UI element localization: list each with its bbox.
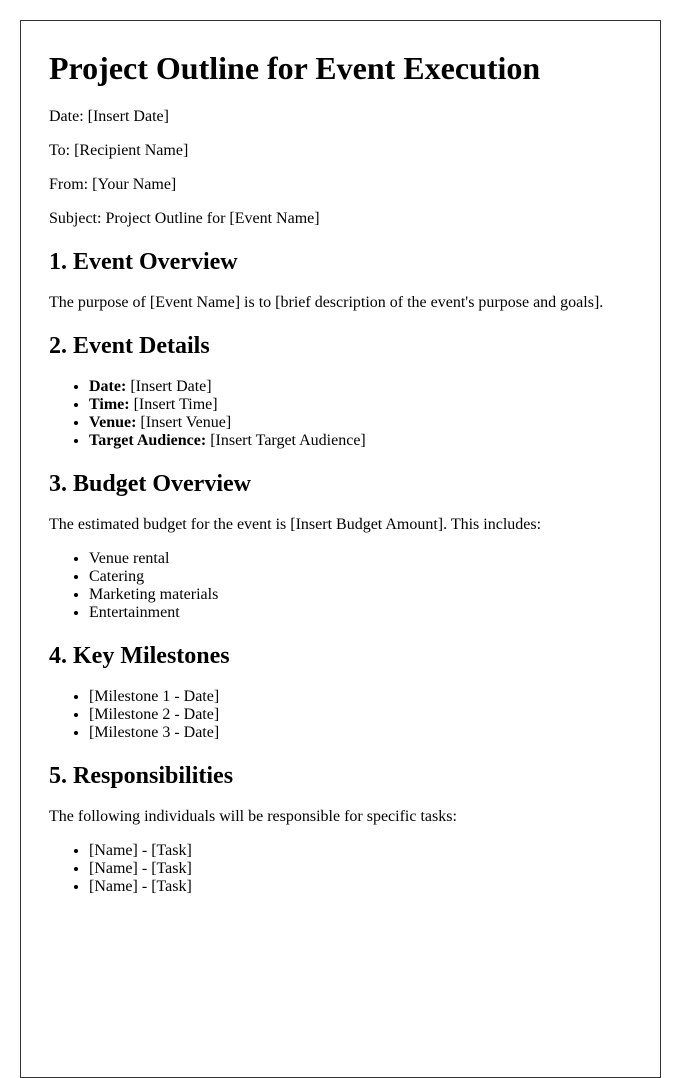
list-item: Date: [Insert Date] [89, 378, 632, 396]
memo-to: To: [Recipient Name] [49, 142, 189, 159]
section-text: The following individuals will be respon… [49, 808, 457, 825]
section-responsibilities: 5. Responsibilities The following indivi… [49, 762, 632, 896]
section-event-overview: 1. Event Overview The purpose of [Event … [49, 248, 632, 312]
list-item: Time: [Insert Time] [89, 396, 632, 414]
section-event-details: 2. Event Details Date: [Insert Date] Tim… [49, 332, 632, 450]
item-value: [Insert Venue] [136, 414, 232, 431]
list-item: Target Audience: [Insert Target Audience… [89, 432, 632, 450]
list-item: Catering [89, 568, 632, 586]
list-item: [Milestone 1 - Date] [89, 688, 632, 706]
responsibilities-list: [Name] - [Task] [Name] - [Task] [Name] -… [49, 842, 632, 896]
budget-list: Venue rental Catering Marketing material… [49, 550, 632, 622]
list-item: Marketing materials [89, 586, 632, 604]
section-text: The purpose of [Event Name] is to [brief… [49, 294, 604, 311]
item-value: [Insert Time] [129, 396, 218, 413]
item-label: Venue: [89, 414, 137, 431]
memo-date: Date: [Insert Date] [49, 108, 169, 125]
section-heading: 2. Event Details [49, 333, 210, 359]
section-heading: 4. Key Milestones [49, 643, 230, 669]
item-label: Date: [89, 378, 127, 395]
list-item: Venue rental [89, 550, 632, 568]
section-text: The estimated budget for the event is [I… [49, 516, 542, 533]
item-label: Target Audience: [89, 432, 207, 449]
list-item: [Name] - [Task] [89, 860, 632, 878]
milestones-list: [Milestone 1 - Date] [Milestone 2 - Date… [49, 688, 632, 742]
section-heading: 5. Responsibilities [49, 763, 234, 789]
item-label: Time: [89, 396, 130, 413]
details-list: Date: [Insert Date] Time: [Insert Time] … [49, 378, 632, 450]
memo-header: Date: [Insert Date] To: [Recipient Name]… [49, 108, 632, 228]
item-value: [Insert Target Audience] [206, 432, 366, 449]
section-heading: 1. Event Overview [49, 249, 238, 275]
section-budget-overview: 3. Budget Overview The estimated budget … [49, 470, 632, 622]
item-value: [Insert Date] [126, 378, 212, 395]
list-item: [Milestone 3 - Date] [89, 724, 632, 742]
list-item: [Name] - [Task] [89, 878, 632, 896]
section-key-milestones: 4. Key Milestones [Milestone 1 - Date] [… [49, 642, 632, 742]
list-item: [Name] - [Task] [89, 842, 632, 860]
list-item: Entertainment [89, 604, 632, 622]
list-item: Venue: [Insert Venue] [89, 414, 632, 432]
section-heading: 3. Budget Overview [49, 471, 251, 497]
memo-subject: Subject: Project Outline for [Event Name… [49, 210, 320, 227]
document-page: Project Outline for Event Execution Date… [20, 20, 661, 1078]
memo-from: From: [Your Name] [49, 176, 177, 193]
document-title: Project Outline for Event Execution [49, 50, 541, 86]
list-item: [Milestone 2 - Date] [89, 706, 632, 724]
